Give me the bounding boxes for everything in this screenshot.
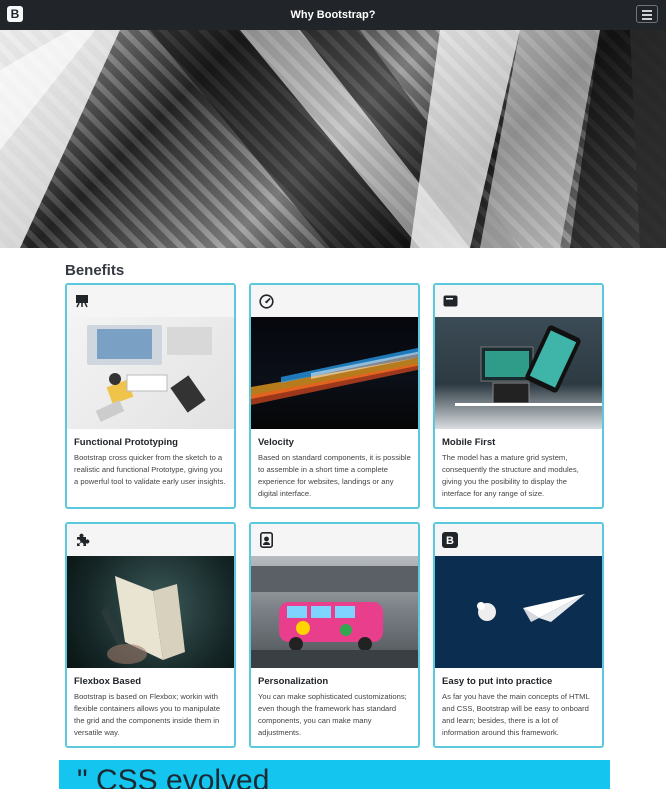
card-functional-prototyping: Functional Prototyping Bootstrap cross q… bbox=[65, 283, 236, 509]
quote-banner: " CSS evolved bbox=[59, 760, 610, 789]
paper-plane-image bbox=[435, 556, 602, 668]
workspace-desk-image bbox=[67, 317, 234, 429]
card-title: Velocity bbox=[258, 437, 294, 448]
card-mobile-first: Mobile First The model has a mature grid… bbox=[433, 283, 604, 509]
person-badge-icon bbox=[258, 532, 274, 548]
navbar: B Why Bootstrap? bbox=[0, 0, 666, 30]
card-title: Personalization bbox=[258, 676, 329, 687]
navbar-title: Why Bootstrap? bbox=[290, 9, 376, 21]
painted-van-image bbox=[251, 556, 418, 668]
card-personalization: Personalization You can make sophisticat… bbox=[249, 522, 420, 748]
benefits-heading: Benefits bbox=[65, 262, 125, 279]
hero-image bbox=[0, 30, 666, 248]
card-text: You can make sophisticated customization… bbox=[258, 692, 407, 737]
card-title: Flexbox Based bbox=[74, 676, 142, 687]
puzzle-piece-icon bbox=[74, 532, 90, 548]
display-icon bbox=[442, 293, 458, 309]
card-text: The model has a mature grid system, cons… bbox=[442, 453, 579, 498]
open-book-image bbox=[67, 556, 234, 668]
card-easy-to-put-into-practice: B Easy to put into practice As far you h… bbox=[433, 522, 604, 748]
menu-toggle-button[interactable] bbox=[636, 5, 658, 23]
quote-text: " CSS evolved bbox=[77, 764, 270, 789]
card-flexbox-based: Flexbox Based Bootstrap is based on Flex… bbox=[65, 522, 236, 748]
devices-image bbox=[435, 317, 602, 429]
card-text: Based on standard components, it is poss… bbox=[258, 453, 411, 498]
card-header bbox=[67, 285, 234, 317]
svg-text:B: B bbox=[446, 535, 454, 547]
card-header bbox=[251, 524, 418, 556]
light-trails-image bbox=[251, 317, 418, 429]
card-header bbox=[435, 285, 602, 317]
card-header bbox=[251, 285, 418, 317]
card-header bbox=[67, 524, 234, 556]
card-title: Mobile First bbox=[442, 437, 496, 448]
architecture-image bbox=[0, 30, 666, 248]
card-text: Bootstrap is based on Flexbox; workin wi… bbox=[74, 692, 221, 737]
card-text: As far you have the main concepts of HTM… bbox=[442, 692, 590, 737]
card-velocity: Velocity Based on standard components, i… bbox=[249, 283, 420, 509]
card-title: Functional Prototyping bbox=[74, 437, 178, 448]
card-title: Easy to put into practice bbox=[442, 676, 553, 687]
presentation-easel-icon bbox=[74, 293, 90, 309]
speedometer-icon bbox=[258, 293, 274, 309]
bootstrap-logo-icon: B bbox=[442, 532, 458, 548]
card-text: Bootstrap cross quicker from the sketch … bbox=[74, 453, 226, 486]
card-header: B bbox=[435, 524, 602, 556]
hamburger-icon bbox=[642, 10, 652, 12]
